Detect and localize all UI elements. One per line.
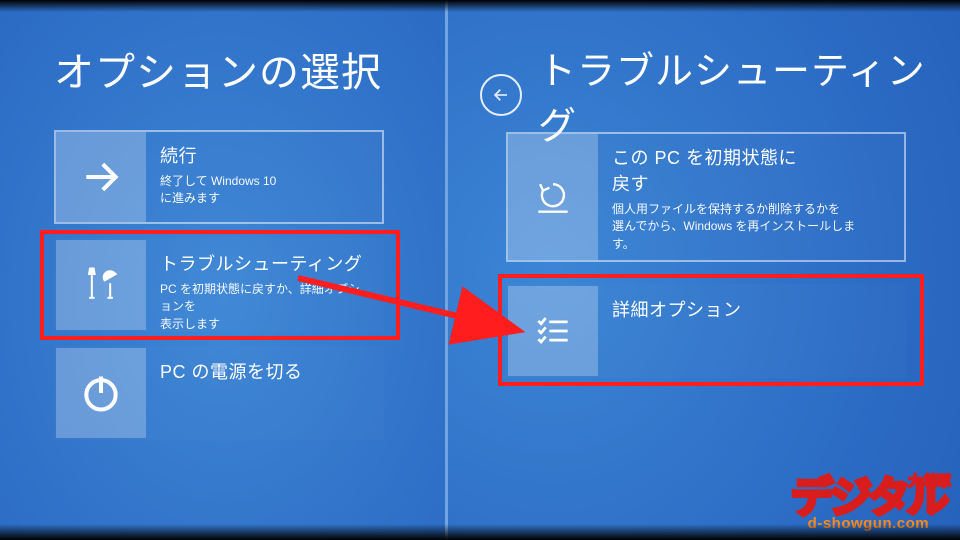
panel-choose-option: オプションの選択 続行 終了して Windows 10 に進みます トラブルシュ… — [0, 0, 445, 540]
arrow-right-icon — [56, 132, 146, 222]
tile-desc: 個人用ファイルを保持するか削除するかを 選んでから、Windows を再インスト… — [612, 201, 855, 253]
reset-icon — [508, 134, 598, 260]
tile-label: この PC を初期状態に 戻す — [612, 144, 855, 196]
power-icon — [56, 348, 146, 438]
frame-edge — [0, 524, 960, 540]
back-button[interactable] — [480, 74, 522, 116]
tile-continue[interactable]: 続行 終了して Windows 10 に進みます — [54, 130, 384, 224]
arrow-left-icon — [492, 86, 510, 104]
tile-label: PC の電源を切る — [160, 358, 303, 384]
tile-troubleshoot[interactable]: トラブルシューティング PC を初期状態に戻すか、詳細オプションを 表示します — [54, 238, 384, 332]
tile-desc: PC を初期状態に戻すか、詳細オプションを 表示します — [160, 281, 368, 333]
tile-desc: 終了して Windows 10 に進みます — [160, 173, 276, 208]
tile-reset-pc[interactable]: この PC を初期状態に 戻す 個人用ファイルを保持するか削除するかを 選んでか… — [506, 132, 906, 262]
panel-troubleshoot: トラブルシューティング この PC を初期状態に 戻す 個人用ファイルを保持する… — [448, 0, 960, 540]
frame-edge — [0, 0, 960, 12]
tile-label: トラブルシューティング — [160, 250, 368, 276]
tile-label: 詳細オプション — [612, 296, 742, 322]
tile-label: 続行 — [160, 142, 276, 168]
screwdriver-wrench-icon — [56, 240, 146, 330]
tile-turn-off-pc[interactable]: PC の電源を切る — [54, 346, 384, 440]
tile-advanced-options[interactable]: 詳細オプション — [506, 284, 906, 378]
check-list-icon — [508, 286, 598, 376]
page-title: オプションの選択 — [54, 40, 382, 98]
